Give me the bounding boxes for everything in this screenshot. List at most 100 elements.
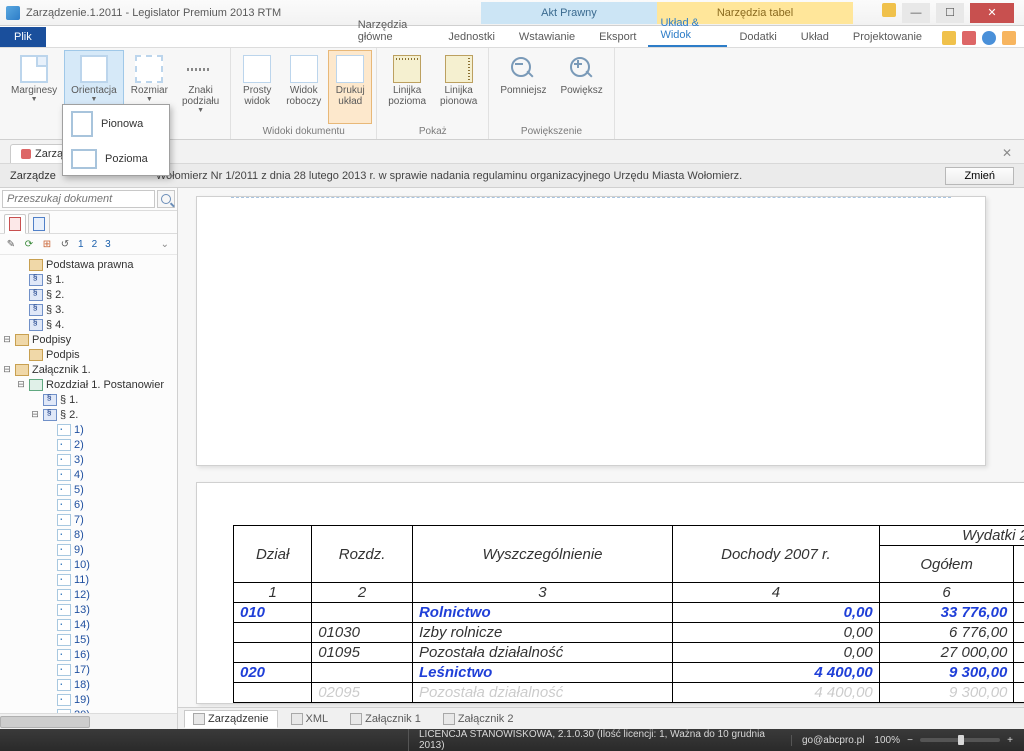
tree-tool-1[interactable]: ✎ xyxy=(4,237,18,251)
search-input[interactable] xyxy=(2,190,155,208)
tree-node[interactable]: Podpis xyxy=(2,347,177,362)
ribbon-min-icon[interactable] xyxy=(882,3,896,17)
toolbar-icon-2[interactable] xyxy=(962,31,976,45)
table-cell: 0,00 xyxy=(672,623,879,643)
tree-level-3[interactable]: 3 xyxy=(103,239,113,250)
tab-dodatki[interactable]: Dodatki xyxy=(727,27,788,47)
print-layout-icon xyxy=(336,55,364,83)
simple-view-button[interactable]: Prosty widok xyxy=(235,50,279,124)
simple-view-label: Prosty widok xyxy=(243,85,271,107)
tree-node[interactable]: 5) xyxy=(2,482,177,497)
print-layout-button[interactable]: Drukuj układ xyxy=(328,50,372,124)
size-icon xyxy=(135,55,163,83)
tree-node[interactable]: ⊟Rozdział 1. Postanowier xyxy=(2,377,177,392)
status-email: go@abcpro.pl xyxy=(791,735,874,746)
mail-icon[interactable] xyxy=(1002,31,1016,45)
tree-node[interactable]: 4) xyxy=(2,467,177,482)
bottom-tab-xml[interactable]: XML xyxy=(282,710,338,728)
tree-node[interactable]: 15) xyxy=(2,632,177,647)
search-button[interactable] xyxy=(157,190,175,208)
h-ruler-button[interactable]: Linijka pozioma xyxy=(381,50,433,124)
orientation-portrait[interactable]: Pionowa xyxy=(63,105,169,143)
budget-table: Dział Rozdz. Wyszczególnienie Dochody 20… xyxy=(233,525,1024,703)
bottom-tab-zarzadzenie[interactable]: Zarządzenie xyxy=(184,710,278,728)
tree-node[interactable]: § 1. xyxy=(2,392,177,407)
tree-tab-2[interactable] xyxy=(28,213,50,233)
tree-node[interactable]: 9) xyxy=(2,542,177,557)
tree-node[interactable]: ⊟§ 2. xyxy=(2,407,177,422)
change-button[interactable]: Zmień xyxy=(945,167,1014,185)
tree-node[interactable]: ⊟Załącznik 1. xyxy=(2,362,177,377)
maximize-button[interactable]: ☐ xyxy=(936,3,964,23)
zoom-minus[interactable]: − xyxy=(904,734,916,746)
tree-node[interactable]: § 3. xyxy=(2,302,177,317)
v-ruler-button[interactable]: Linijka pionowa xyxy=(433,50,484,124)
tree-node[interactable]: 11) xyxy=(2,572,177,587)
tree-tab-1-icon xyxy=(9,217,21,231)
tree-node[interactable]: § 1. xyxy=(2,272,177,287)
tree-node[interactable]: ⊟Podpisy xyxy=(2,332,177,347)
tree-node[interactable]: 13) xyxy=(2,602,177,617)
tree-node[interactable]: 8) xyxy=(2,527,177,542)
tree-level-2[interactable]: 2 xyxy=(90,239,100,250)
tree-tool-3[interactable]: ⊞ xyxy=(40,237,54,251)
table-cell: 6 776,00 xyxy=(1014,623,1024,643)
tree-node[interactable]: 18) xyxy=(2,677,177,692)
file-tab[interactable]: Plik xyxy=(0,27,46,47)
tree-node[interactable]: 3) xyxy=(2,452,177,467)
tree-more[interactable]: ⌄ xyxy=(157,239,173,250)
zoom-plus[interactable]: + xyxy=(1004,734,1016,746)
tree-node[interactable]: Podstawa prawna xyxy=(2,257,177,272)
tree-tool-2[interactable]: ⟳ xyxy=(22,237,36,251)
tree-level-1[interactable]: 1 xyxy=(76,239,86,250)
tree-node[interactable]: § 4. xyxy=(2,317,177,332)
bottom-tab-zal2[interactable]: Załącznik 2 xyxy=(434,710,523,728)
tree-h-scrollbar[interactable] xyxy=(0,713,177,729)
table-cell: 02095 xyxy=(312,683,413,703)
tab-narzedzia-glowne[interactable]: Narzędzia główne xyxy=(346,15,437,47)
table-cell: Pozostała działalność xyxy=(412,683,672,703)
table-cell: 0,00 xyxy=(672,603,879,623)
tree-node[interactable]: 2) xyxy=(2,437,177,452)
tab-jednostki[interactable]: Jednostki xyxy=(436,27,506,47)
zoom-in-button[interactable]: Powiększ xyxy=(553,50,609,124)
draft-view-icon xyxy=(290,55,318,83)
tree-node[interactable]: 17) xyxy=(2,662,177,677)
group-widoki: Widoki dokumentu xyxy=(235,124,372,139)
tree-node[interactable]: § 2. xyxy=(2,287,177,302)
tab-uklad[interactable]: Układ xyxy=(789,27,841,47)
tree-node[interactable]: 12) xyxy=(2,587,177,602)
zoom-out-button[interactable]: Pomniejsz xyxy=(493,50,553,124)
tab-uklad-widok[interactable]: Układ & Widok xyxy=(648,13,727,47)
table-cell: 9 300,00 xyxy=(879,683,1014,703)
tree-node[interactable]: 14) xyxy=(2,617,177,632)
th-rozdz: Rozdz. xyxy=(312,526,413,583)
tab-projektowanie[interactable]: Projektowanie xyxy=(841,27,934,47)
att1-icon xyxy=(350,713,362,725)
zoom-slider[interactable] xyxy=(920,738,1000,742)
tree-node[interactable]: 19) xyxy=(2,692,177,707)
tree-tool-4[interactable]: ↺ xyxy=(58,237,72,251)
table-cell: 9 300,00 xyxy=(1014,663,1024,683)
table-cell: 01095 xyxy=(312,643,413,663)
help-icon[interactable] xyxy=(982,31,996,45)
tree-node[interactable]: 16) xyxy=(2,647,177,662)
app-icon xyxy=(6,6,20,20)
bottom-tab-zal1[interactable]: Załącznik 1 xyxy=(341,710,430,728)
tree-node[interactable]: 10) xyxy=(2,557,177,572)
margins-button[interactable]: Marginesy ▼ xyxy=(4,50,64,124)
minimize-button[interactable]: — xyxy=(902,3,930,23)
draft-view-button[interactable]: Widok roboczy xyxy=(279,50,328,124)
tree-tab-1[interactable] xyxy=(4,214,26,234)
toolbar-icon-1[interactable] xyxy=(942,31,956,45)
tree-node[interactable]: 7) xyxy=(2,512,177,527)
tab-wstawianie[interactable]: Wstawianie xyxy=(507,27,587,47)
breaks-button[interactable]: Znaki podziału ▼ xyxy=(175,50,226,124)
document-close-button[interactable]: ✕ xyxy=(1002,146,1012,160)
tab-eksport[interactable]: Eksport xyxy=(587,27,648,47)
tree-node[interactable]: 6) xyxy=(2,497,177,512)
orientation-landscape[interactable]: Pozioma xyxy=(63,143,169,175)
context-tab-akt[interactable]: Akt Prawny xyxy=(481,2,657,24)
close-button[interactable]: ✕ xyxy=(970,3,1014,23)
tree-node[interactable]: 1) xyxy=(2,422,177,437)
